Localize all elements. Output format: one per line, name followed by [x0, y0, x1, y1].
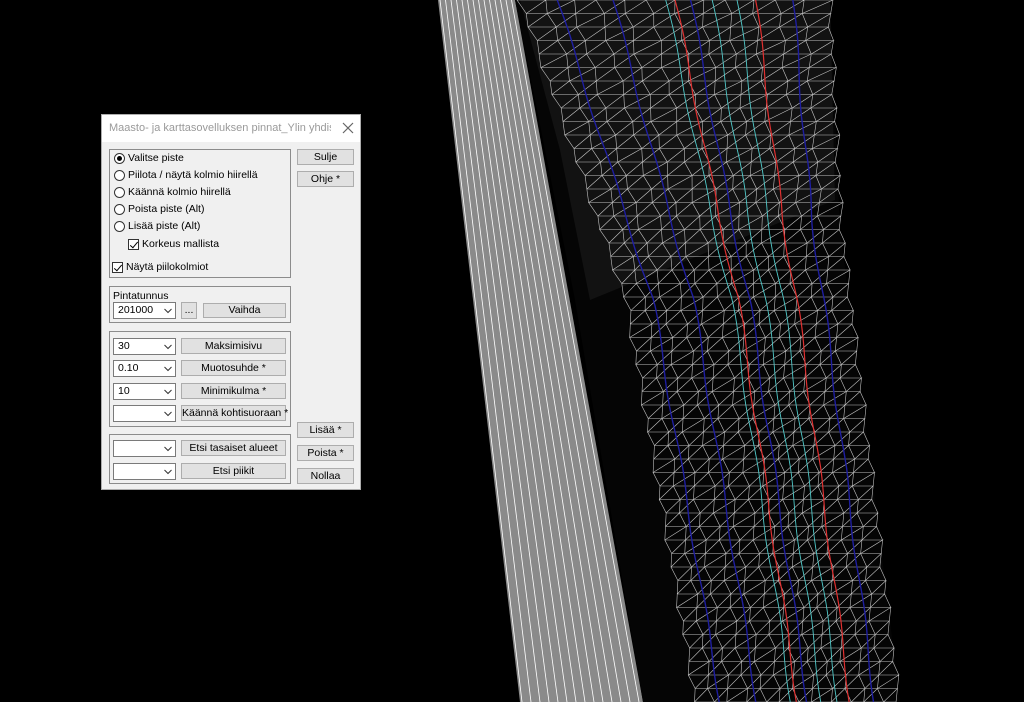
max-side-dropdown[interactable]: 30: [113, 338, 176, 355]
surface-id-dropdown[interactable]: 201000: [113, 302, 176, 319]
mode-option-label: Piilota / näytä kolmio hiirellä: [128, 169, 258, 181]
min-angle-dropdown[interactable]: 10: [113, 383, 176, 400]
reset-button[interactable]: Nollaa: [297, 468, 354, 484]
height-from-model-checkbox[interactable]: Korkeus mallista: [128, 238, 219, 250]
flip-perpendicular-button[interactable]: Käännä kohtisuoraan *: [181, 405, 288, 421]
close-icon[interactable]: [338, 118, 358, 138]
radio-button[interactable]: [114, 203, 125, 215]
aspect-ratio-dropdown[interactable]: 0.10: [113, 360, 176, 377]
add-button[interactable]: Lisää *: [297, 422, 354, 438]
dialog-title: Maasto- ja karttasovelluksen pinnat_Ylin…: [109, 122, 331, 134]
min-angle-button[interactable]: Minimikulma *: [181, 383, 286, 399]
remove-button[interactable]: Poista *: [297, 445, 354, 461]
browse-surface-button[interactable]: ...: [181, 302, 197, 319]
surface-id-value: 201000: [118, 304, 154, 316]
chevron-down-icon: [164, 469, 172, 475]
surfaces-dialog: Maasto- ja karttasovelluksen pinnat_Ylin…: [101, 114, 361, 490]
aspect-ratio-button[interactable]: Muotosuhde *: [181, 360, 286, 376]
chevron-down-icon: [164, 308, 172, 314]
radio-button[interactable]: [114, 169, 125, 181]
surface-id-label: Pintatunnus: [113, 290, 169, 302]
find-spikes-button[interactable]: Etsi piikit: [181, 463, 286, 479]
chevron-down-icon: [164, 411, 172, 417]
max-side-value: 30: [118, 340, 130, 352]
help-button[interactable]: Ohje *: [297, 171, 354, 187]
mode-option-hide-triangle[interactable]: Piilota / näytä kolmio hiirellä: [114, 169, 258, 181]
max-side-button[interactable]: Maksimisivu: [181, 338, 286, 354]
chevron-down-icon: [164, 366, 172, 372]
mode-option-label: Käännä kolmio hiirellä: [128, 186, 231, 198]
radio-button[interactable]: [114, 186, 125, 198]
mode-option-remove-point[interactable]: Poista piste (Alt): [114, 203, 204, 215]
flat-areas-dropdown[interactable]: [113, 440, 176, 457]
dialog-titlebar[interactable]: Maasto- ja karttasovelluksen pinnat_Ylin…: [102, 115, 360, 142]
radio-button[interactable]: [114, 220, 125, 232]
chevron-down-icon: [164, 446, 172, 452]
min-angle-value: 10: [118, 385, 130, 397]
close-button[interactable]: Sulje: [297, 149, 354, 165]
checkbox[interactable]: [128, 238, 139, 250]
mode-option-label: Valitse piste: [128, 152, 184, 164]
find-flat-areas-button[interactable]: Etsi tasaiset alueet: [181, 440, 286, 456]
height-from-model-label: Korkeus mallista: [142, 238, 220, 250]
spikes-dropdown[interactable]: [113, 463, 176, 480]
mode-option-select-point[interactable]: Valitse piste: [114, 152, 184, 164]
mode-option-label: Lisää piste (Alt): [128, 220, 201, 232]
aspect-ratio-value: 0.10: [118, 362, 139, 374]
mode-option-add-point[interactable]: Lisää piste (Alt): [114, 220, 200, 232]
change-surface-button[interactable]: Vaihda: [203, 303, 286, 318]
mode-option-label: Poista piste (Alt): [128, 203, 205, 215]
chevron-down-icon: [164, 389, 172, 395]
flip-perpendicular-dropdown[interactable]: [113, 405, 176, 422]
show-hidden-triangles-checkbox[interactable]: Näytä piilokolmiot: [112, 261, 208, 273]
show-hidden-triangles-label: Näytä piilokolmiot: [126, 261, 209, 273]
radio-button[interactable]: [114, 152, 125, 164]
chevron-down-icon: [164, 344, 172, 350]
mode-option-flip-triangle[interactable]: Käännä kolmio hiirellä: [114, 186, 231, 198]
checkbox[interactable]: [112, 261, 123, 273]
